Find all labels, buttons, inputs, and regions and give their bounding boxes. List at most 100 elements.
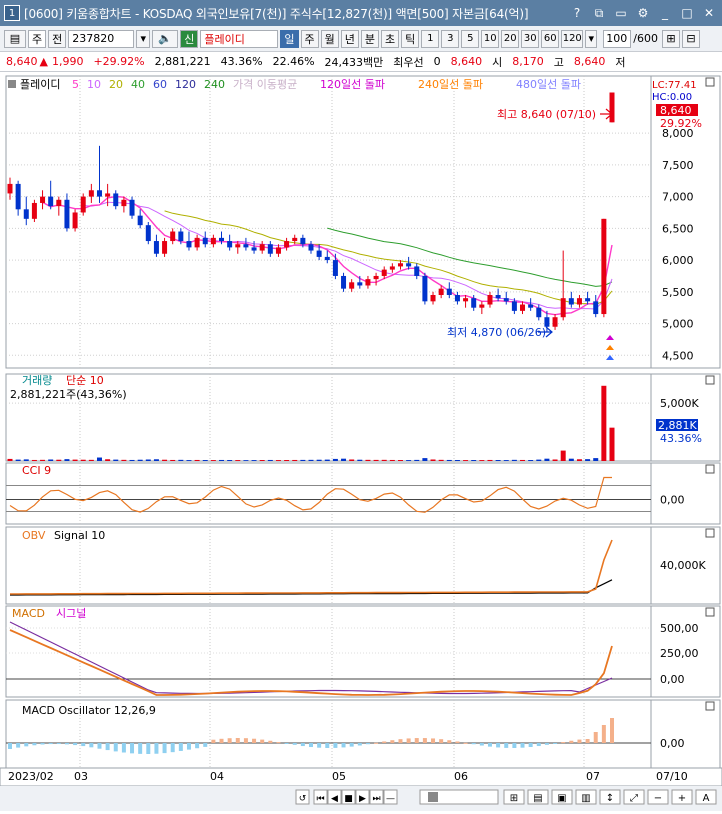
stock-code-input[interactable]: 237820 <box>68 29 135 48</box>
period-tick-tab[interactable]: 틱 <box>401 29 420 48</box>
osc-bar <box>585 739 590 743</box>
interval-60[interactable]: 60 <box>541 29 560 48</box>
volume-bar <box>520 459 526 461</box>
minimize-icon[interactable]: _ <box>656 4 674 22</box>
window-title: [0600] 키움종합차트 - KOSDAQ 외국인보유[7(천)] 주식수[1… <box>24 6 529 21</box>
osc-bar <box>357 743 362 746</box>
interval-5[interactable]: 5 <box>461 29 480 48</box>
low-label: 저 <box>615 55 626 69</box>
period-day-tab[interactable]: 일 <box>280 29 299 48</box>
candle-body <box>568 298 574 305</box>
scroll-thumb[interactable] <box>428 792 438 802</box>
obv-title: OBV <box>22 529 46 542</box>
restore-icon[interactable]: ▭ <box>612 4 630 22</box>
osc-bar <box>89 743 94 748</box>
market-select[interactable]: 주 <box>28 29 47 48</box>
interval-10[interactable]: 10 <box>481 29 500 48</box>
volume-bar <box>80 459 86 461</box>
panel-vol-close-icon[interactable] <box>705 375 715 385</box>
panel-price-close-icon[interactable] <box>705 77 715 87</box>
interval-120[interactable]: 120 <box>561 29 584 48</box>
menu-icon[interactable]: ▤ <box>4 29 26 48</box>
hc-label: HC:0.00 <box>652 92 692 103</box>
candle-body <box>40 196 46 203</box>
legend-extra-2: 240일선 돌파 <box>418 77 483 91</box>
volume-bar <box>576 459 582 461</box>
interval-1[interactable]: 1 <box>421 29 440 48</box>
legend-extra-0: 가격 이동평균 <box>233 78 297 91</box>
volume-bar <box>300 459 306 461</box>
osc-bar <box>284 743 289 744</box>
candle-body <box>275 247 281 254</box>
interval-20[interactable]: 20 <box>501 29 520 48</box>
period-week-tab[interactable]: 주 <box>300 29 319 48</box>
period-month-tab[interactable]: 월 <box>320 29 339 48</box>
osc-bar <box>73 743 78 746</box>
chart-area[interactable]: 8,000 7,500 7,000 6,500 6,000 5,500 5,000 4,500… <box>0 72 722 811</box>
panel-macd-close-icon[interactable] <box>705 607 715 617</box>
count-input[interactable]: 100 <box>603 29 632 48</box>
candle-body <box>292 237 298 242</box>
osc-bar <box>365 743 370 745</box>
low-note: 최저 4,870 (06/26) <box>447 326 546 339</box>
volume-bar <box>365 459 371 461</box>
sound-icon[interactable]: 🔈 <box>152 29 179 48</box>
period-minute-tab[interactable]: 분 <box>360 29 379 48</box>
osc-bar <box>455 741 460 743</box>
candle-body <box>487 295 493 305</box>
osc-bar <box>252 738 257 743</box>
osc-bar <box>553 743 558 744</box>
stock-chart[interactable]: 8,0007,5007,0006,5006,0005,5005,0004,500… <box>0 72 722 811</box>
stock-name-field[interactable]: 플레이디 <box>200 29 279 48</box>
legend-ma-60: 60 <box>153 78 167 91</box>
osc-bar <box>374 742 379 744</box>
interval-3[interactable]: 3 <box>441 29 460 48</box>
volume-bar <box>72 459 78 461</box>
open-value: 8,170 <box>512 55 544 68</box>
candle-body <box>381 269 387 276</box>
period-year-tab[interactable]: 년 <box>340 29 359 48</box>
candle-body <box>64 199 70 229</box>
osc-title: MACD Oscillator 12,26,9 <box>22 704 156 717</box>
volume-bar <box>210 460 216 461</box>
period-second-tab[interactable]: 초 <box>381 29 400 48</box>
interval-dropdown-icon[interactable]: ▾ <box>585 29 598 48</box>
volume-bar <box>495 460 501 461</box>
link-icon[interactable]: ⧉ <box>590 4 608 22</box>
volume-tick-label: 5,000K <box>660 397 699 410</box>
legend-ma-10: 10 <box>87 78 101 91</box>
close-icon[interactable]: ✕ <box>700 4 718 22</box>
prev-button[interactable]: 전 <box>48 29 67 48</box>
legend-extra-3: 480일선 돌파 <box>516 77 581 91</box>
candle-body <box>471 298 477 308</box>
osc-bar <box>471 743 476 745</box>
volume-title: 거래량 <box>22 374 52 387</box>
layout-icon[interactable]: ⊟ <box>681 29 700 48</box>
grid-icon[interactable]: ⊞ <box>661 29 680 48</box>
legend-ma-20: 20 <box>109 78 123 91</box>
panel-obv-close-icon[interactable] <box>705 528 715 538</box>
candle-body <box>178 231 184 242</box>
volume-bar <box>430 459 436 461</box>
maximize-icon[interactable]: □ <box>678 4 696 22</box>
volume-value-label: 2,881,221주(43,36%) <box>10 388 127 401</box>
candle-body <box>365 279 371 286</box>
panel-cci-close-icon[interactable] <box>705 464 715 474</box>
code-dropdown-icon[interactable]: ▾ <box>136 29 151 48</box>
candle-body <box>585 298 591 302</box>
volume-bar <box>162 459 168 461</box>
osc-bar <box>520 743 525 748</box>
candle-body <box>349 282 355 289</box>
price-change-pct: +29.92% <box>93 55 145 68</box>
scroll-btn-icon: ■ <box>344 794 353 804</box>
osc-bar <box>32 743 37 746</box>
candle-body <box>308 244 314 251</box>
help-icon[interactable]: ? <box>568 4 586 22</box>
panel-osc-close-icon[interactable] <box>705 701 715 711</box>
settings-icon[interactable]: ⚙ <box>634 4 652 22</box>
interval-30[interactable]: 30 <box>521 29 540 48</box>
osc-bar <box>113 743 118 752</box>
price-info-bar: 8,640 ▲ 1,990 +29.92% 2,881,221 43.36% 2… <box>0 52 722 72</box>
candle-body <box>88 190 94 197</box>
candle-body <box>438 288 444 295</box>
